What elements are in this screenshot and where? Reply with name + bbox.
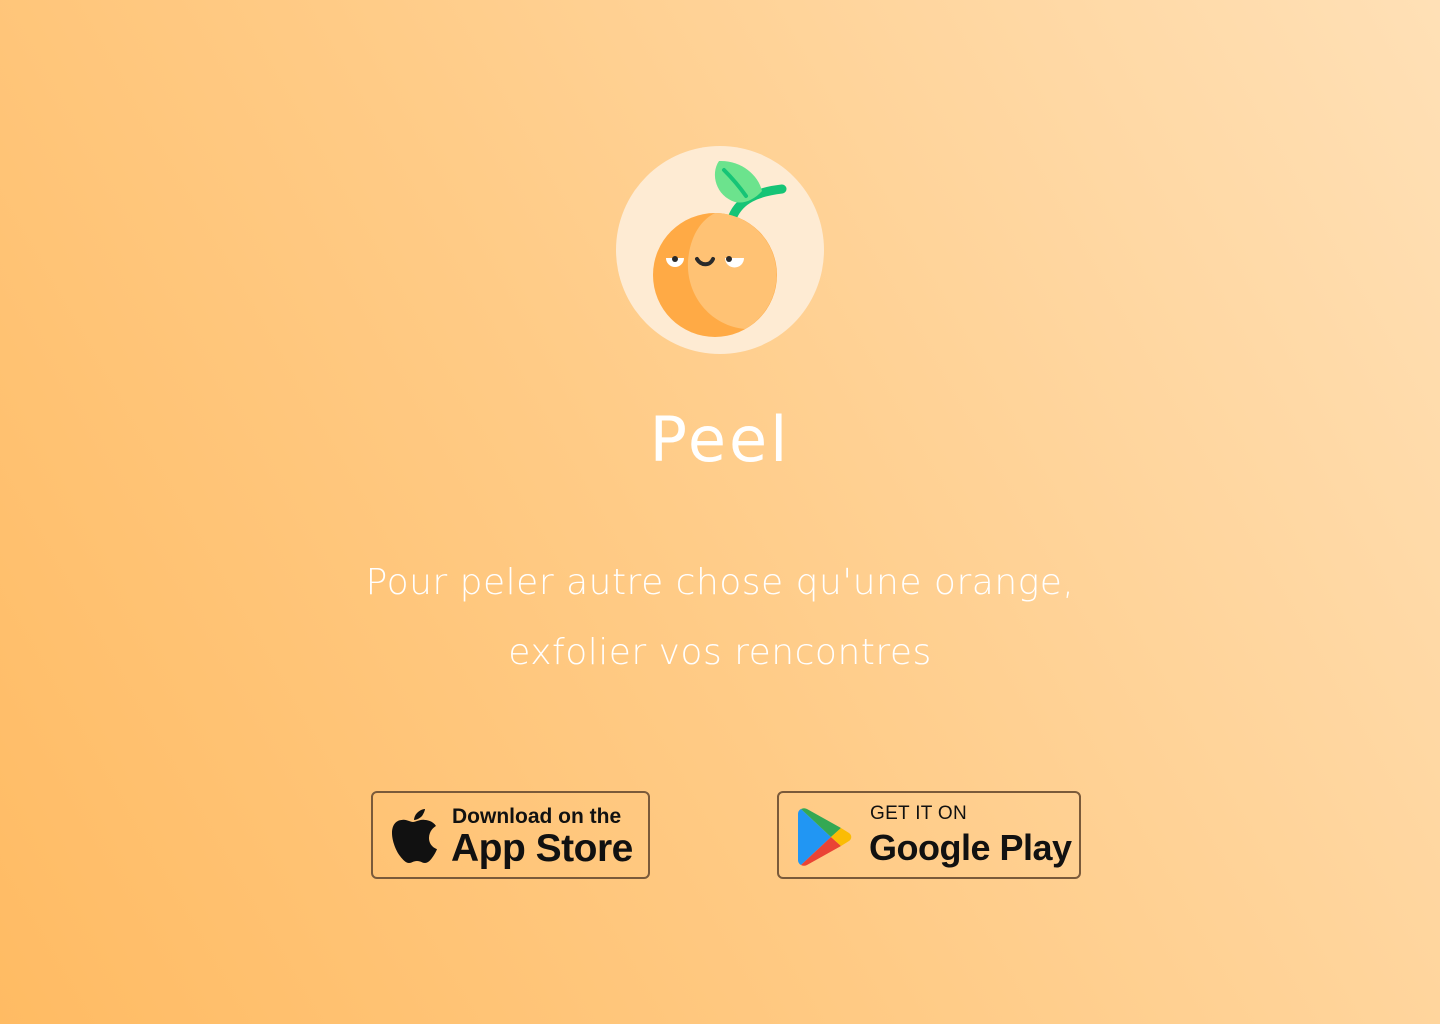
tagline: Pour peler autre chose qu'une orange, ex… xyxy=(0,548,1440,688)
orange-mascot-icon xyxy=(616,146,824,354)
apple-icon xyxy=(391,809,437,863)
app-store-badge[interactable]: Download on the App Store xyxy=(371,791,650,879)
tagline-line-1: Pour peler autre chose qu'une orange, xyxy=(365,562,1075,603)
google-play-small-label: GET IT ON xyxy=(870,803,968,824)
app-store-small-label: Download on the xyxy=(452,805,622,828)
google-play-big-label: Google Play xyxy=(869,827,1072,868)
tagline-line-2: exfolier vos rencontres xyxy=(508,632,932,673)
app-store-big-label: App Store xyxy=(451,827,633,870)
google-play-icon xyxy=(797,807,853,867)
google-play-badge[interactable]: GET IT ON Google Play xyxy=(777,791,1081,879)
app-title: Peel xyxy=(649,403,791,476)
landing-page: Peel Pour peler autre chose qu'une orang… xyxy=(0,0,1440,1024)
